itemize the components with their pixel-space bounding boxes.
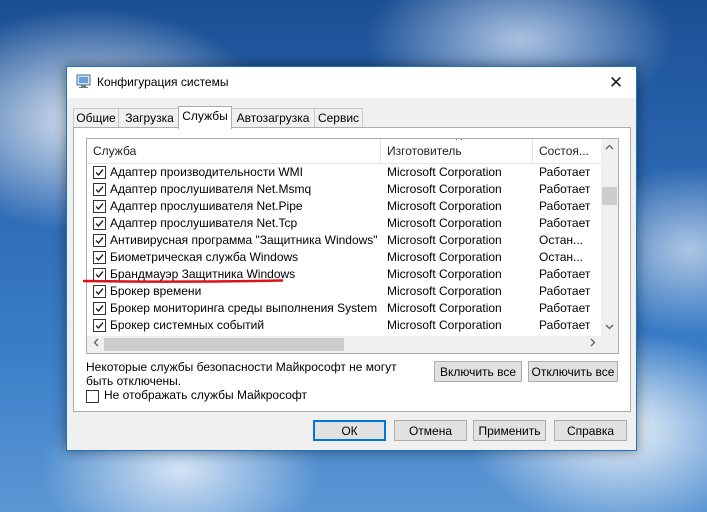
service-name: Адаптер прослушивателя Net.Pipe [110, 199, 303, 213]
service-checkbox[interactable] [93, 183, 106, 196]
service-row[interactable]: Адаптер прослушивателя Net.Pipe Microsof… [87, 198, 601, 215]
service-manufacturer: Microsoft Corporation [387, 284, 502, 298]
service-status: Работает [539, 216, 591, 230]
service-row[interactable]: Брокер системных событий Microsoft Corpo… [87, 317, 601, 334]
service-manufacturer: Microsoft Corporation [387, 165, 502, 179]
vertical-scroll-thumb[interactable] [602, 187, 617, 205]
enable-all-button[interactable]: Включить все [434, 361, 522, 382]
horizontal-scrollbar[interactable] [87, 336, 601, 353]
service-checkbox[interactable] [93, 200, 106, 213]
service-row[interactable]: Биометрическая служба Windows Microsoft … [87, 249, 601, 266]
service-name: Брокер времени [110, 284, 202, 298]
close-button[interactable]: ✕ [596, 67, 636, 98]
service-checkbox[interactable] [93, 251, 106, 264]
service-manufacturer: Microsoft Corporation [387, 250, 502, 264]
service-row[interactable]: Брокер времени Microsoft Corporation Раб… [87, 283, 601, 300]
service-name: Адаптер производительности WMI [110, 165, 304, 179]
service-status: Работает [539, 267, 591, 281]
apply-button[interactable]: Применить [473, 420, 546, 441]
service-name: Адаптер прослушивателя Net.Tcp [110, 216, 298, 230]
service-checkbox[interactable] [93, 319, 106, 332]
scroll-up-icon[interactable] [601, 139, 618, 156]
column-header-status[interactable]: Состоя... [533, 139, 601, 163]
service-status: Работает [539, 165, 591, 179]
service-row[interactable]: Адаптер прослушивателя Net.Msmq Microsof… [87, 181, 601, 198]
scroll-down-icon[interactable] [601, 319, 618, 336]
services-list[interactable]: Служба Изготовитель Состоя... Адаптер пр… [86, 138, 619, 354]
hide-ms-services-checkbox[interactable] [86, 390, 99, 403]
service-manufacturer: Microsoft Corporation [387, 182, 502, 196]
service-status: Работает [539, 182, 591, 196]
service-row[interactable]: Антивирусная программа "Защитника Window… [87, 232, 601, 249]
msconfig-icon [76, 74, 92, 89]
service-rows: Адаптер производительности WMI Microsoft… [87, 164, 601, 334]
hide-ms-services-label[interactable]: Не отображать службы Майкрософт [104, 388, 307, 402]
tab-general[interactable]: Общие [73, 108, 119, 128]
highlight-underline [83, 279, 283, 283]
service-checkbox[interactable] [93, 166, 106, 179]
service-checkbox[interactable] [93, 217, 106, 230]
vertical-scrollbar[interactable] [601, 139, 618, 336]
service-name: Биометрическая служба Windows [110, 250, 299, 264]
tab-startup[interactable]: Автозагрузка [231, 108, 315, 128]
service-checkbox[interactable] [93, 234, 106, 247]
services-panel: Служба Изготовитель Состоя... Адаптер пр… [73, 127, 631, 412]
service-row[interactable]: Брокер мониторинга среды выполнения Syst… [87, 300, 601, 317]
column-header-service[interactable]: Служба [87, 139, 381, 163]
cancel-button[interactable]: Отмена [394, 420, 467, 441]
scroll-left-icon[interactable] [87, 336, 104, 353]
service-name: Брокер мониторинга среды выполнения Syst… [110, 301, 380, 315]
disable-all-button[interactable]: Отключить все [528, 361, 618, 382]
title-bar[interactable]: Конфигурация системы ✕ [67, 67, 636, 98]
service-manufacturer: Microsoft Corporation [387, 301, 502, 315]
scroll-right-icon[interactable] [584, 336, 601, 353]
list-header: Служба Изготовитель Состоя... [87, 139, 601, 164]
service-status: Работает [539, 318, 591, 332]
service-status: Работает [539, 301, 591, 315]
service-status: Остан... [539, 250, 583, 264]
service-manufacturer: Microsoft Corporation [387, 233, 502, 247]
tab-boot[interactable]: Загрузка [118, 108, 181, 128]
horizontal-scroll-thumb[interactable] [104, 338, 344, 351]
help-button[interactable]: Справка [554, 420, 627, 441]
service-name: Адаптер прослушивателя Net.Msmq [110, 182, 312, 196]
service-checkbox[interactable] [93, 285, 106, 298]
service-status: Работает [539, 199, 591, 213]
ok-button[interactable]: ОК [313, 420, 386, 441]
scroll-corner [601, 336, 618, 353]
tab-services[interactable]: Службы [178, 106, 232, 129]
service-manufacturer: Microsoft Corporation [387, 216, 502, 230]
service-status: Остан... [539, 233, 583, 247]
service-name: Брокер системных событий [110, 318, 265, 332]
security-services-note: Некоторые службы безопасности Майкрософт… [86, 360, 397, 388]
service-manufacturer: Microsoft Corporation [387, 199, 502, 213]
service-manufacturer: Microsoft Corporation [387, 318, 502, 332]
window-title: Конфигурация системы [97, 75, 229, 89]
service-status: Работает [539, 284, 591, 298]
service-row[interactable]: Адаптер прослушивателя Net.Tcp Microsoft… [87, 215, 601, 232]
service-checkbox[interactable] [93, 302, 106, 315]
sort-ascending-icon [455, 139, 463, 144]
system-configuration-window: Конфигурация системы ✕ Общие Загрузка Сл… [66, 66, 637, 451]
service-manufacturer: Microsoft Corporation [387, 267, 502, 281]
tab-tools[interactable]: Сервис [314, 108, 363, 128]
service-name: Антивирусная программа "Защитника Window… [110, 233, 378, 247]
service-row[interactable]: Адаптер производительности WMI Microsoft… [87, 164, 601, 181]
